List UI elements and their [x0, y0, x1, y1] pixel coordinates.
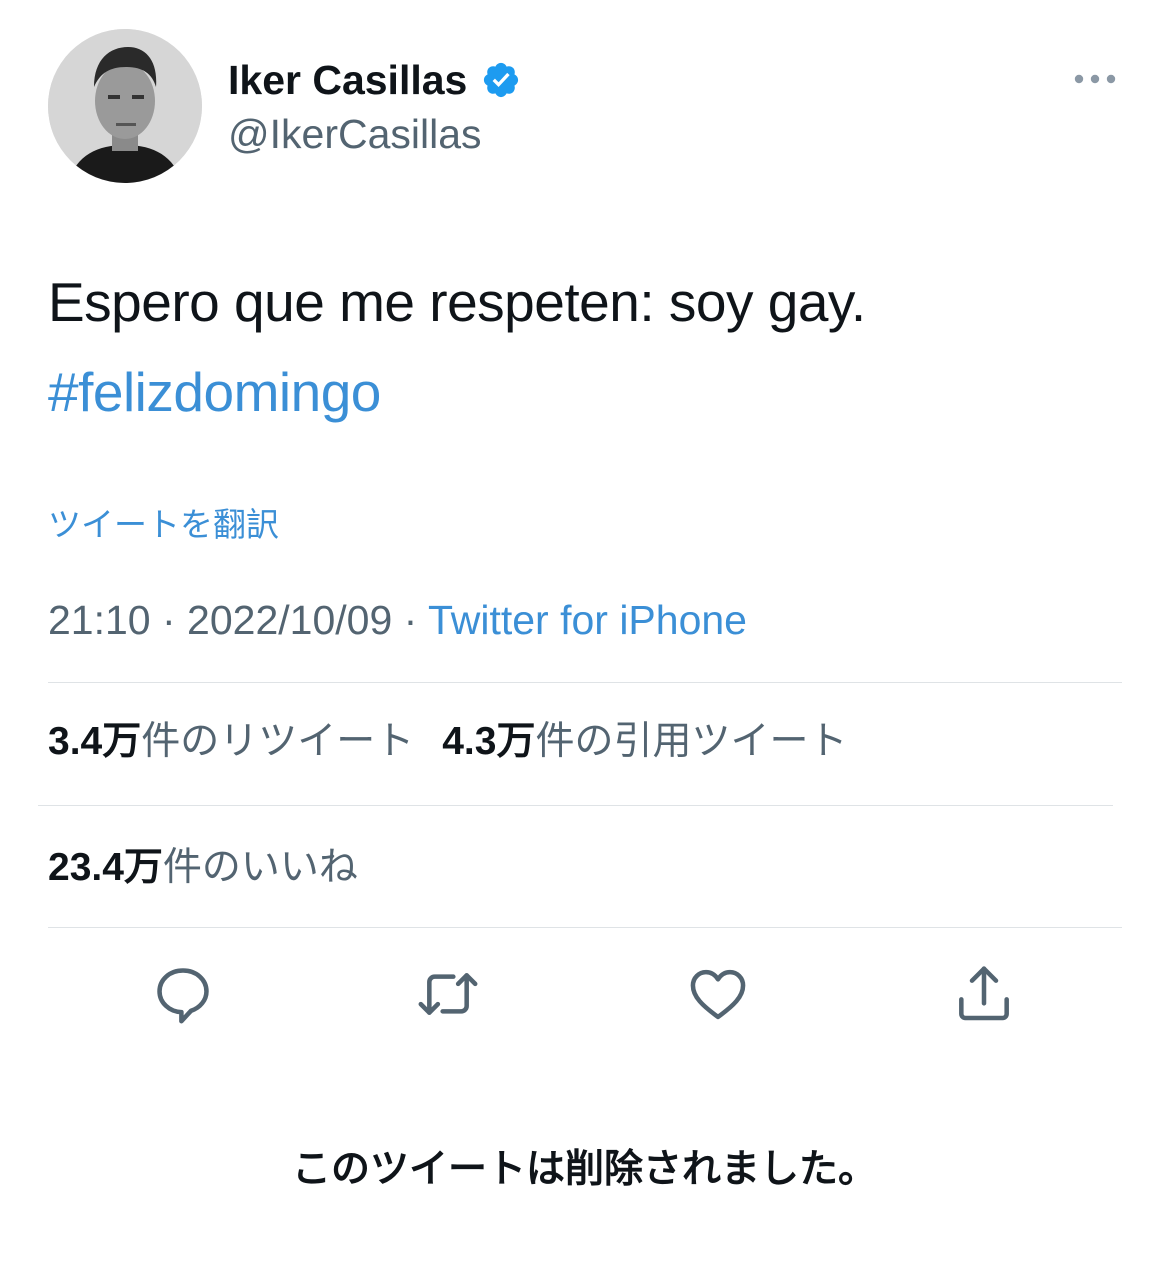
display-name-text: Iker Casillas [228, 57, 468, 103]
user-handle[interactable]: @IkerCasillas [228, 110, 482, 158]
likes-row: 23.4万件のいいね [48, 844, 386, 892]
retweets-count: 3.4万 [48, 720, 142, 763]
retweets-label: 件のリツイート [141, 720, 415, 763]
verified-badge-icon [484, 62, 519, 98]
more-options-icon[interactable] [1072, 66, 1118, 92]
likes-stat[interactable]: 23.4万件のいいね [48, 846, 358, 889]
likes-label: 件のいいね [162, 846, 358, 889]
quotes-stat[interactable]: 4.3万件の引用ツイート [442, 720, 847, 763]
stats-row: 3.4万件のリツイート 4.3万件の引用ツイート [48, 718, 875, 766]
meta-separator: · [150, 597, 188, 643]
like-icon[interactable] [686, 962, 750, 1026]
tweet-text: Espero que me respeten: soy gay. #felizd… [48, 257, 866, 437]
retweets-stat[interactable]: 3.4万件のリツイート [48, 720, 414, 763]
retweet-icon[interactable] [416, 962, 480, 1026]
display-name[interactable]: Iker Casillas [228, 56, 521, 104]
translate-tweet-link[interactable]: ツイートを翻訳 [48, 505, 279, 545]
deleted-notice: このツイートは削除されました。 [291, 1148, 877, 1191]
tweet-time[interactable]: 21:10 [48, 597, 151, 643]
quotes-count: 4.3万 [442, 720, 536, 763]
tweet-date[interactable]: 2022/10/09 [187, 597, 392, 643]
avatar[interactable] [48, 29, 202, 183]
hashtag-link[interactable]: #felizdomingo [48, 347, 866, 437]
divider [38, 805, 1113, 806]
divider [48, 682, 1122, 683]
reply-icon[interactable] [151, 962, 215, 1026]
tweet-meta: 21:10 · 2022/10/09 · Twitter for iPhone [48, 596, 747, 644]
quotes-label: 件の引用ツイート [535, 720, 848, 763]
tweet-source-link[interactable]: Twitter for iPhone [428, 597, 747, 643]
likes-count: 23.4万 [48, 846, 163, 889]
share-icon[interactable] [952, 962, 1016, 1026]
tweet-body: Espero que me respeten: soy gay. [48, 271, 866, 333]
meta-separator: · [392, 597, 428, 643]
avatar-photo [48, 29, 202, 183]
divider [48, 927, 1122, 928]
